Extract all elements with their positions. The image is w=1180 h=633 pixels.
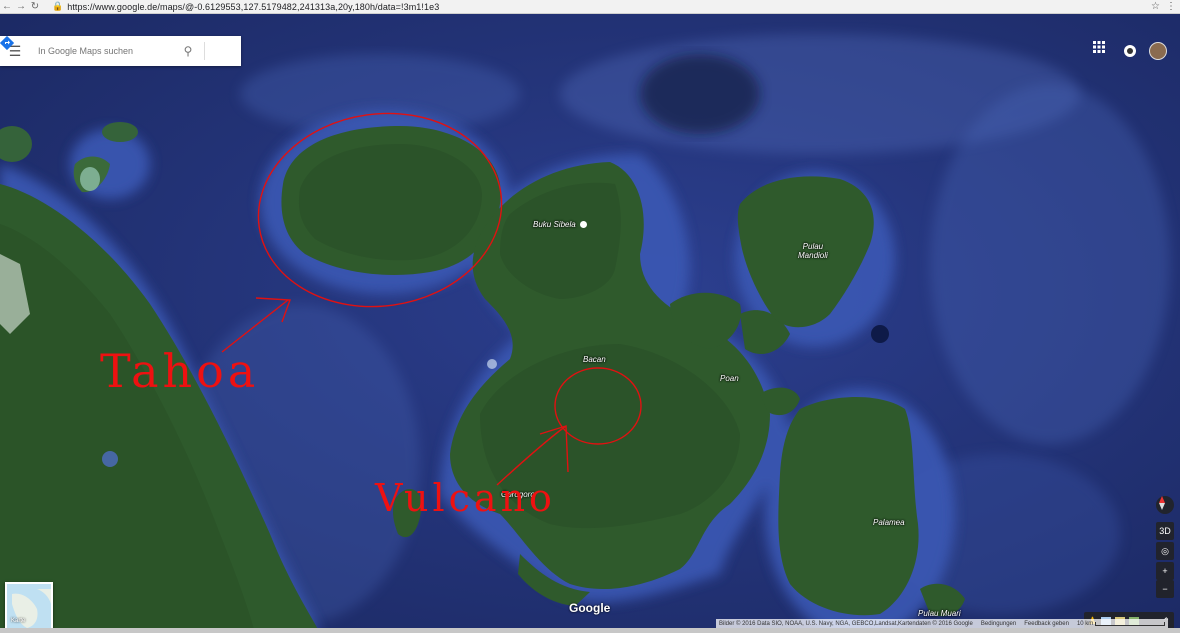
imagery-credit: Bilder © 2016 Data SIO, NOAA, U.S. Navy,… <box>719 620 973 627</box>
minimap-label: Karte <box>11 618 26 624</box>
google-logo: Google <box>569 601 611 615</box>
reload-icon[interactable]: ↻ <box>28 0 42 14</box>
tilt-3d-button[interactable]: 3D <box>1156 522 1174 540</box>
satellite-map[interactable]: Buku Sibela Pulau Mandioli Bacan Poan Go… <box>0 14 1180 633</box>
place-label-pulau-mandioli[interactable]: Pulau Mandioli <box>798 242 828 260</box>
os-taskbar <box>0 628 1180 633</box>
attribution-bar: Bilder © 2016 Data SIO, NOAA, U.S. Navy,… <box>716 619 1169 628</box>
browser-toolbar: ← → ↻ 🔒 https://www.google.de/maps/@-0.6… <box>0 0 1180 14</box>
map-imagery <box>0 14 1180 633</box>
compass-icon[interactable] <box>1156 496 1174 514</box>
bookmark-star-icon[interactable]: ☆ <box>1151 1 1160 12</box>
place-label-buku-sibela[interactable]: Buku Sibela <box>533 220 587 229</box>
search-icon[interactable]: ⚲ <box>176 44 200 58</box>
avatar[interactable] <box>1148 41 1168 61</box>
feedback-link[interactable]: Feedback geben <box>1024 621 1069 627</box>
place-label-poan[interactable]: Poan <box>720 374 739 383</box>
directions-button[interactable] <box>0 36 233 63</box>
notifications-icon[interactable] <box>1120 41 1140 61</box>
apps-grid-icon[interactable] <box>1093 41 1113 61</box>
address-bar[interactable]: https://www.google.de/maps/@-0.6129553,1… <box>67 2 439 12</box>
divider <box>204 42 205 60</box>
my-location-icon[interactable]: ◎ <box>1156 542 1174 560</box>
terms-link[interactable]: Bedingungen <box>981 621 1016 627</box>
lock-icon: 🔒 <box>52 1 64 11</box>
browser-menu-icon[interactable]: ⋮ <box>1166 1 1176 12</box>
annotation-tahoa: Tahoa <box>100 344 260 398</box>
peak-marker-icon <box>579 221 587 229</box>
search-box: ☰ ⚲ <box>0 36 241 66</box>
place-label-bacan[interactable]: Bacan <box>583 355 606 364</box>
arrow-right-icon[interactable]: → <box>14 0 28 14</box>
zoom-out-button[interactable]: − <box>1156 580 1174 598</box>
arrow-left-icon[interactable]: ← <box>0 0 14 14</box>
map-type-toggle[interactable]: Karte <box>5 582 53 630</box>
search-input[interactable] <box>36 45 176 57</box>
place-label-pulau-muari[interactable]: Pulau Muari <box>918 609 961 618</box>
scale-bar[interactable]: 10 km <box>1077 621 1166 627</box>
annotation-vulcano: Vulcano <box>375 476 556 520</box>
directions-icon <box>0 36 14 50</box>
place-label-palamea[interactable]: Palamea <box>873 518 905 527</box>
zoom-in-button[interactable]: + <box>1156 562 1174 580</box>
